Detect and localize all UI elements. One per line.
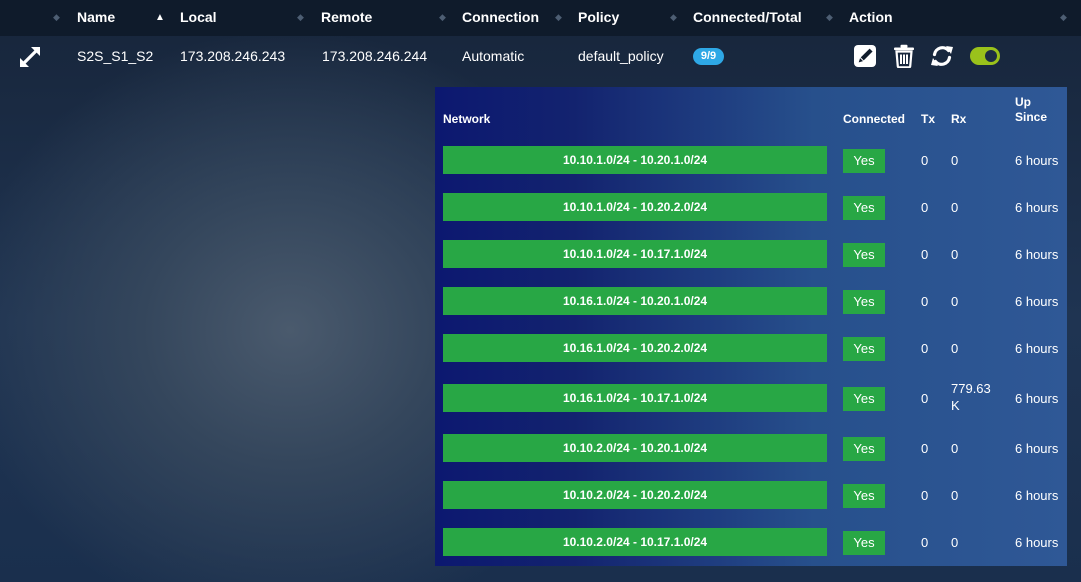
toggle-switch[interactable] <box>970 47 1000 70</box>
tx-value: 0 <box>921 488 929 503</box>
network-pair: 10.10.2.0/24 - 10.20.1.0/24 <box>443 434 827 462</box>
tx-value: 0 <box>921 341 929 356</box>
sort-icon[interactable]: ◆ <box>1060 0 1067 36</box>
up-since-value: 6 hours <box>1015 535 1059 550</box>
up-since-value: 6 hours <box>1015 441 1059 456</box>
sort-icon[interactable]: ◆ <box>297 0 304 36</box>
col-name[interactable]: Name <box>77 0 115 36</box>
tx-value: 0 <box>921 247 929 262</box>
tx-value: 0 <box>921 294 929 309</box>
sort-icon[interactable]: ◆ <box>53 0 60 36</box>
rx-value: 0 <box>951 247 959 262</box>
sort-icon[interactable]: ◆ <box>555 0 562 36</box>
connected-status: Yes <box>843 196 885 220</box>
network-pair: 10.16.1.0/24 - 10.20.1.0/24 <box>443 287 827 315</box>
tunnel-connection: Automatic <box>462 48 525 64</box>
sort-icon[interactable]: ◆ <box>826 0 833 36</box>
tx-value: 0 <box>921 441 929 456</box>
rx-value-line1: 779.63 <box>951 381 991 396</box>
network-pair: 10.16.1.0/24 - 10.17.1.0/24 <box>443 384 827 412</box>
up-since-value: 6 hours <box>1015 488 1059 503</box>
up-since-value: 6 hours <box>1015 341 1059 356</box>
network-pair: 10.10.2.0/24 - 10.17.1.0/24 <box>443 528 827 556</box>
col-connected-total[interactable]: Connected/Total <box>693 0 802 36</box>
up-since-value: 6 hours <box>1015 153 1059 168</box>
network-pair: 10.10.1.0/24 - 10.17.1.0/24 <box>443 240 827 268</box>
connected-status: Yes <box>843 484 885 508</box>
rx-value: 0 <box>951 488 959 503</box>
col-policy[interactable]: Policy <box>578 0 619 36</box>
tunnel-name: S2S_S1_S2 <box>77 48 154 64</box>
up-since-value: 6 hours <box>1015 294 1059 309</box>
col-tx: Tx <box>921 112 936 126</box>
tunnel-policy: default_policy <box>578 48 664 64</box>
up-since-value: 6 hours <box>1015 391 1059 406</box>
col-connection[interactable]: Connection <box>462 0 539 36</box>
rx-value: 0 <box>951 294 959 309</box>
connected-status: Yes <box>843 531 885 555</box>
col-action[interactable]: Action <box>849 0 893 36</box>
col-local[interactable]: Local <box>180 0 217 36</box>
sort-icon[interactable]: ◆ <box>670 0 677 36</box>
col-up-since-line2: Since <box>1015 110 1048 124</box>
network-details-panel: Network Connected Tx Rx Up Since 10.10.1… <box>435 87 1067 566</box>
col-up-since: Up Since <box>1015 95 1047 125</box>
col-network: Network <box>443 112 491 126</box>
rx-value: 779.63 K <box>951 380 991 414</box>
col-rx: Rx <box>951 112 967 126</box>
tx-value: 0 <box>921 535 929 550</box>
sort-icon[interactable]: ◆ <box>439 0 446 36</box>
connected-status: Yes <box>843 337 885 361</box>
connected-status: Yes <box>843 387 885 411</box>
refresh-icon[interactable] <box>930 44 954 73</box>
connected-status: Yes <box>843 437 885 461</box>
rx-value: 0 <box>951 535 959 550</box>
tunnel-remote: 173.208.246.244 <box>322 48 428 64</box>
col-remote[interactable]: Remote <box>321 0 372 36</box>
trash-icon[interactable] <box>893 44 915 73</box>
tx-value: 0 <box>921 153 929 168</box>
network-pair: 10.10.1.0/24 - 10.20.1.0/24 <box>443 146 827 174</box>
rx-value: 0 <box>951 153 959 168</box>
rx-value: 0 <box>951 200 959 215</box>
network-pair: 10.10.1.0/24 - 10.20.2.0/24 <box>443 193 827 221</box>
tx-value: 0 <box>921 391 929 406</box>
col-up-since-line1: Up <box>1015 95 1031 109</box>
up-since-value: 6 hours <box>1015 200 1059 215</box>
up-since-value: 6 hours <box>1015 247 1059 262</box>
network-pair: 10.16.1.0/24 - 10.20.2.0/24 <box>443 334 827 362</box>
rx-value: 0 <box>951 441 959 456</box>
sort-asc-icon[interactable]: ▲ <box>155 0 165 36</box>
tx-value: 0 <box>921 200 929 215</box>
network-pair: 10.10.2.0/24 - 10.20.2.0/24 <box>443 481 827 509</box>
rx-value-line2: K <box>951 398 960 413</box>
rx-value: 0 <box>951 341 959 356</box>
col-connected: Connected <box>843 112 906 126</box>
expand-arrows-icon[interactable] <box>17 44 43 75</box>
connected-total-badge: 9/9 <box>693 48 724 65</box>
connected-status: Yes <box>843 290 885 314</box>
connected-status: Yes <box>843 243 885 267</box>
tunnel-local: 173.208.246.243 <box>180 48 286 64</box>
connected-status: Yes <box>843 149 885 173</box>
edit-icon[interactable] <box>853 44 877 73</box>
